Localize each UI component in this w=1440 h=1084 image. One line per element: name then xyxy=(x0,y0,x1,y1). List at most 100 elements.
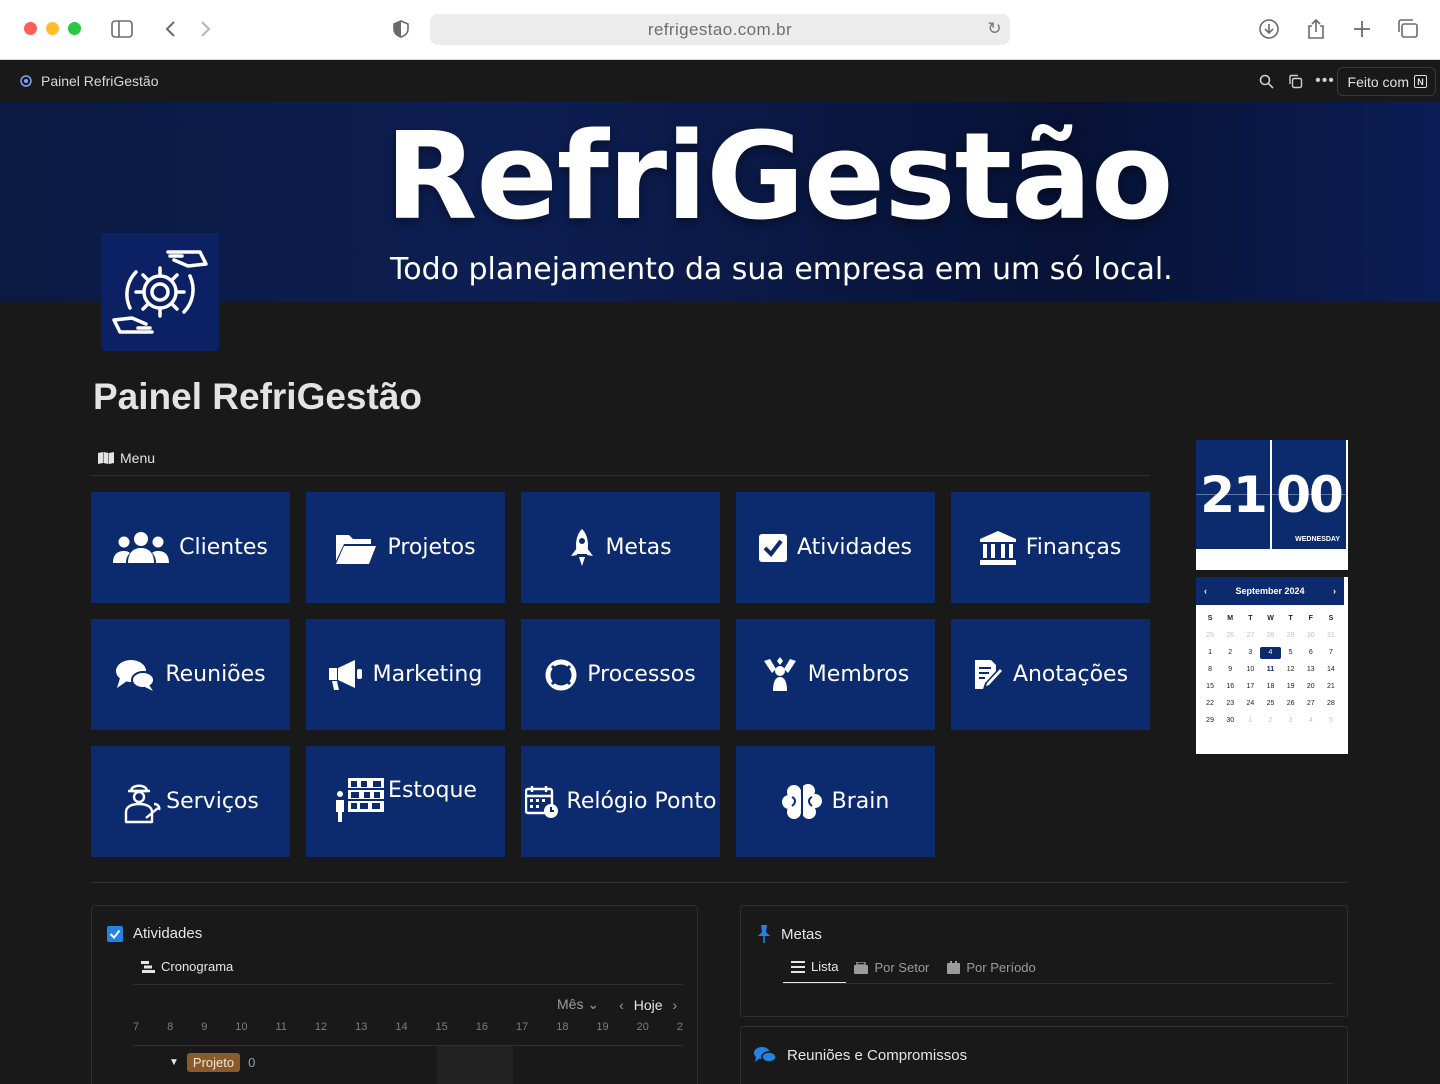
cover-title: RefriGestão xyxy=(385,108,1173,247)
clock-widget: 21 00 WEDNESDAY xyxy=(1196,440,1348,570)
reload-icon[interactable]: ↻ xyxy=(987,19,1002,39)
timeline-group[interactable]: ▼ Projeto 0 xyxy=(169,1053,255,1072)
tab-overview-icon[interactable] xyxy=(1395,16,1421,42)
calendar-day[interactable]: 15 xyxy=(1200,681,1220,693)
calendar-day[interactable]: 2 xyxy=(1220,647,1240,659)
search-icon[interactable] xyxy=(1256,71,1276,91)
chat-bubbles-icon xyxy=(754,1047,777,1063)
chat-bubbles-icon xyxy=(116,659,156,691)
calendar-day[interactable]: 20 xyxy=(1301,681,1321,693)
calendar-day[interactable]: 24 xyxy=(1240,698,1260,710)
calendar-day[interactable]: 30 xyxy=(1220,715,1240,727)
calendar-day[interactable]: 8 xyxy=(1200,664,1220,676)
calendar-day[interactable]: 28 xyxy=(1260,630,1280,642)
calendar-day[interactable]: 11 xyxy=(1260,664,1280,676)
calendar-day[interactable]: 5 xyxy=(1281,647,1301,659)
close-window-button[interactable] xyxy=(24,22,37,35)
calendar-day[interactable]: 3 xyxy=(1240,647,1260,659)
menu-label: Menu xyxy=(120,450,156,466)
calendar-day[interactable]: 19 xyxy=(1281,681,1301,693)
tile-reunioes[interactable]: Reuniões xyxy=(91,619,290,730)
tile-estoque[interactable]: Estoque xyxy=(306,746,505,857)
users-icon xyxy=(113,531,170,563)
calendar-day[interactable]: 25 xyxy=(1260,698,1280,710)
calendar-day[interactable]: 7 xyxy=(1321,647,1341,659)
gear-hands-icon xyxy=(20,75,32,87)
next-month-icon[interactable]: › xyxy=(1333,586,1336,596)
calendar-day[interactable]: 23 xyxy=(1220,698,1240,710)
page-icon[interactable] xyxy=(101,233,219,351)
calendar-day[interactable]: 29 xyxy=(1281,630,1301,642)
tile-membros[interactable]: Membros xyxy=(736,619,935,730)
address-bar[interactable]: refrigestao.com.br ↻ xyxy=(430,14,1010,45)
timeline-day: 18 xyxy=(556,1021,569,1033)
share-icon[interactable] xyxy=(1303,16,1329,42)
back-icon[interactable] xyxy=(157,16,183,42)
calendar-day[interactable]: 4 xyxy=(1301,715,1321,727)
calendar-day[interactable]: 9 xyxy=(1220,664,1240,676)
calendar-day[interactable]: 29 xyxy=(1200,715,1220,727)
calendar-header: ‹ September 2024 › xyxy=(1196,577,1344,605)
calendar-day[interactable]: 26 xyxy=(1281,698,1301,710)
calendar-day[interactable]: 27 xyxy=(1301,698,1321,710)
calendar-day[interactable]: 1 xyxy=(1240,715,1260,727)
calendar-day[interactable]: 1 xyxy=(1200,647,1220,659)
calendar-day[interactable]: 17 xyxy=(1240,681,1260,693)
calendar-day[interactable]: 22 xyxy=(1200,698,1220,710)
next-period-icon[interactable]: › xyxy=(673,997,678,1013)
privacy-shield-icon[interactable] xyxy=(388,16,414,42)
duplicate-icon[interactable] xyxy=(1285,71,1305,91)
tile-atividades[interactable]: Atividades xyxy=(736,492,935,603)
download-icon[interactable] xyxy=(1256,16,1282,42)
tile-financas[interactable]: Finanças xyxy=(951,492,1150,603)
tile-servicos[interactable]: Serviços xyxy=(91,746,290,857)
calendar-day[interactable]: 21 xyxy=(1321,681,1341,693)
period-select[interactable]: Mês ⌄ xyxy=(557,996,599,1013)
tab-lista[interactable]: Lista xyxy=(783,959,847,984)
calendar-day[interactable]: 14 xyxy=(1321,664,1341,676)
timeline-icon xyxy=(141,960,155,973)
today-button[interactable]: Hoje xyxy=(634,997,663,1013)
tile-brain[interactable]: Brain xyxy=(736,746,935,857)
calendar-day[interactable]: 3 xyxy=(1281,715,1301,727)
calendar-day[interactable]: 26 xyxy=(1220,630,1240,642)
prev-month-icon[interactable]: ‹ xyxy=(1204,586,1207,596)
calendar-day[interactable]: 25 xyxy=(1200,630,1220,642)
tile-marketing[interactable]: Marketing xyxy=(306,619,505,730)
tile-anotacoes[interactable]: Anotações xyxy=(951,619,1150,730)
prev-period-icon[interactable]: ‹ xyxy=(619,997,624,1013)
caret-down-icon[interactable]: ▼ xyxy=(169,1057,179,1068)
calendar-day[interactable]: 30 xyxy=(1301,630,1321,642)
sidebar-toggle-icon[interactable] xyxy=(109,16,135,42)
calendar-day[interactable]: 12 xyxy=(1281,664,1301,676)
tab-por-setor[interactable]: Por Setor xyxy=(854,959,929,984)
tile-relogio-ponto[interactable]: Relógio Ponto xyxy=(521,746,720,857)
minimize-window-button[interactable] xyxy=(46,22,59,35)
timeline-day: 10 xyxy=(235,1021,248,1033)
tile-processos[interactable]: Processos xyxy=(521,619,720,730)
tab-por-periodo[interactable]: Por Período xyxy=(947,959,1036,984)
calendar-day[interactable]: 4 xyxy=(1260,647,1281,659)
calendar-day[interactable]: 31 xyxy=(1321,630,1341,642)
calendar-day[interactable]: 27 xyxy=(1240,630,1260,642)
tile-projetos[interactable]: Projetos xyxy=(306,492,505,603)
more-options-icon[interactable]: ••• xyxy=(1315,71,1335,91)
forward-icon[interactable] xyxy=(193,16,219,42)
breadcrumb[interactable]: Painel RefriGestão xyxy=(18,73,159,89)
tab-cronograma[interactable]: Cronograma xyxy=(141,959,233,982)
calendar-day[interactable]: 18 xyxy=(1260,681,1280,693)
new-tab-icon[interactable] xyxy=(1349,16,1375,42)
calendar-day[interactable]: 5 xyxy=(1321,715,1341,727)
calendar-day[interactable]: 28 xyxy=(1321,698,1341,710)
calendar-day[interactable]: 10 xyxy=(1240,664,1260,676)
calendar-day[interactable]: 16 xyxy=(1220,681,1240,693)
calendar-day[interactable]: 13 xyxy=(1301,664,1321,676)
calendar-day[interactable]: 2 xyxy=(1260,715,1280,727)
made-with-notion-button[interactable]: Feito com N xyxy=(1336,67,1436,96)
calendar-day[interactable]: 6 xyxy=(1301,647,1321,659)
calendar-weekday: W xyxy=(1267,615,1274,622)
tile-metas[interactable]: Metas xyxy=(521,492,720,603)
tile-clientes[interactable]: Clientes xyxy=(91,492,290,603)
calendar-weekday: T xyxy=(1288,615,1293,622)
zoom-window-button[interactable] xyxy=(68,22,81,35)
